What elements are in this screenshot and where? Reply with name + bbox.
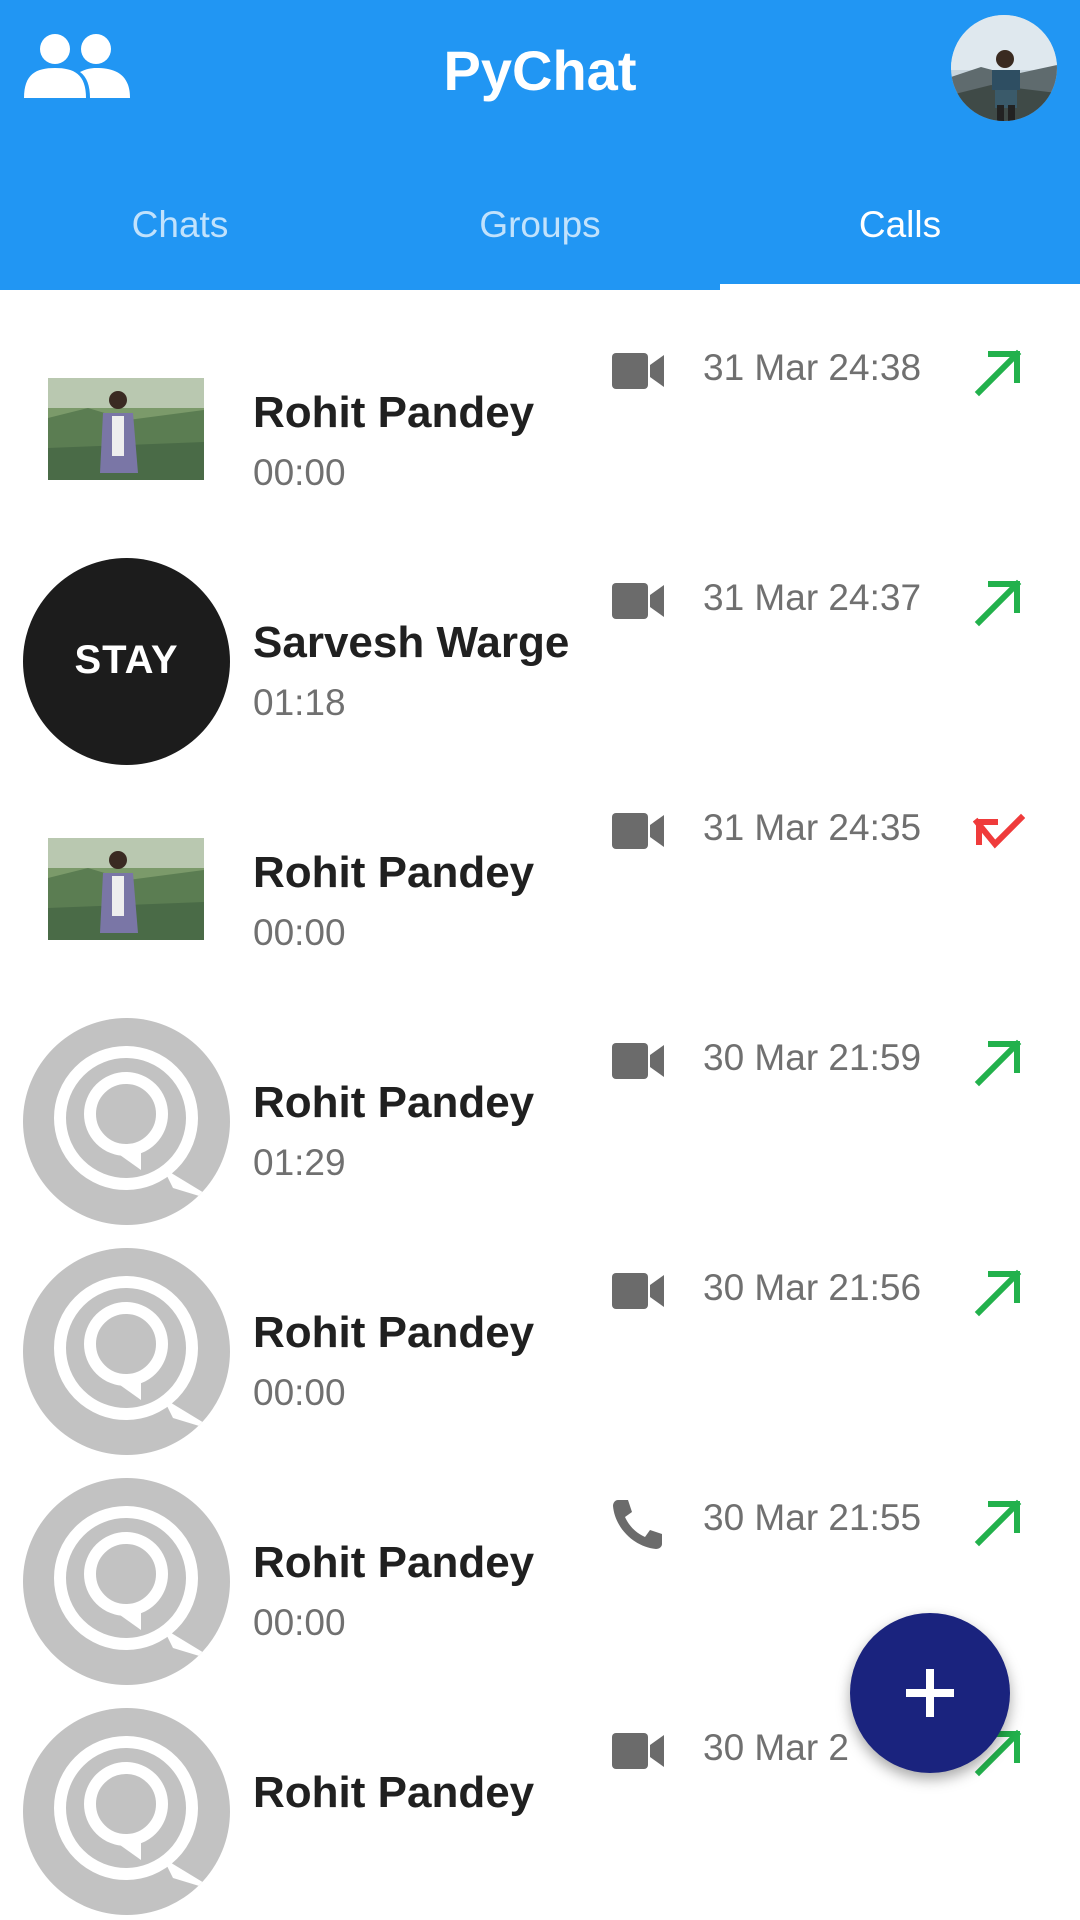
outgoing-arrow-icon	[973, 346, 1025, 398]
call-time: 31 Mar 24:38	[703, 347, 922, 388]
outgoing-arrow-icon	[973, 1266, 1025, 1318]
video-call-icon[interactable]	[608, 806, 668, 856]
contact-name: Rohit Pandey	[253, 388, 535, 437]
video-call-icon[interactable]	[608, 1036, 668, 1086]
tab-calls[interactable]: Calls	[720, 190, 1080, 260]
call-time: 31 Mar 24:35	[703, 807, 922, 848]
call-duration: 01:18	[253, 682, 346, 723]
missed-call-arrow-icon	[972, 806, 1026, 858]
call-list-item[interactable]: STAY Sarvesh Warge 01:18 31 Mar 24:37	[0, 540, 1080, 770]
video-call-icon[interactable]	[608, 1726, 668, 1776]
default-avatar-icon	[23, 1018, 230, 1225]
phone-call-icon[interactable]	[608, 1496, 668, 1549]
default-avatar-icon	[23, 1708, 230, 1915]
profile-avatar[interactable]	[951, 15, 1057, 121]
contact-name: Rohit Pandey	[253, 1538, 535, 1587]
call-time: 30 Mar 21:56	[703, 1267, 922, 1308]
tab-chats[interactable]: Chats	[0, 190, 360, 260]
tab-groups[interactable]: Groups	[360, 190, 720, 260]
contact-name: Rohit Pandey	[253, 1768, 535, 1817]
default-avatar-icon	[23, 1248, 230, 1455]
call-duration: 00:00	[253, 1372, 346, 1413]
contact-name: Rohit Pandey	[253, 848, 535, 897]
contact-name: Sarvesh Warge	[253, 618, 570, 667]
groups-icon[interactable]	[22, 30, 132, 110]
call-list-item[interactable]: Rohit Pandey 00:00 31 Mar 24:38	[0, 310, 1080, 540]
call-time: 30 Mar 21:55	[703, 1497, 922, 1538]
video-call-icon[interactable]	[608, 576, 668, 626]
contact-avatar	[23, 328, 230, 535]
video-call-icon[interactable]	[608, 346, 668, 396]
outgoing-arrow-icon	[973, 1496, 1025, 1548]
call-time: 30 Mar 2	[703, 1727, 850, 1768]
tab-indicator	[720, 284, 1080, 290]
app-bar: PyChat Chats Groups Calls	[0, 0, 1080, 290]
call-list-item[interactable]: Rohit Pandey 00:00 30 Mar 21:56	[0, 1230, 1080, 1460]
call-duration: 00:00	[253, 912, 346, 953]
app-title: PyChat	[443, 39, 637, 102]
contact-avatar: STAY	[23, 558, 230, 765]
call-duration: 01:29	[253, 1142, 346, 1183]
video-call-icon[interactable]	[608, 1266, 668, 1316]
default-avatar-icon	[23, 1478, 230, 1685]
call-duration: 00:00	[253, 1602, 346, 1643]
call-list-item[interactable]: Rohit Pandey 00:00 31 Mar 24:35	[0, 770, 1080, 1000]
outgoing-arrow-icon	[973, 1036, 1025, 1088]
call-time: 30 Mar 21:59	[703, 1037, 922, 1078]
contact-name: Rohit Pandey	[253, 1078, 535, 1127]
call-list-item[interactable]: Rohit Pandey 01:29 30 Mar 21:59	[0, 1000, 1080, 1230]
new-call-fab[interactable]	[850, 1613, 1010, 1773]
call-time: 31 Mar 24:37	[703, 577, 922, 618]
call-duration: 00:00	[253, 452, 346, 493]
contact-name: Rohit Pandey	[253, 1308, 535, 1357]
stay-logo-text: STAY	[74, 638, 179, 682]
plus-icon	[906, 1669, 954, 1717]
contact-avatar	[23, 788, 230, 995]
outgoing-arrow-icon	[973, 576, 1025, 628]
